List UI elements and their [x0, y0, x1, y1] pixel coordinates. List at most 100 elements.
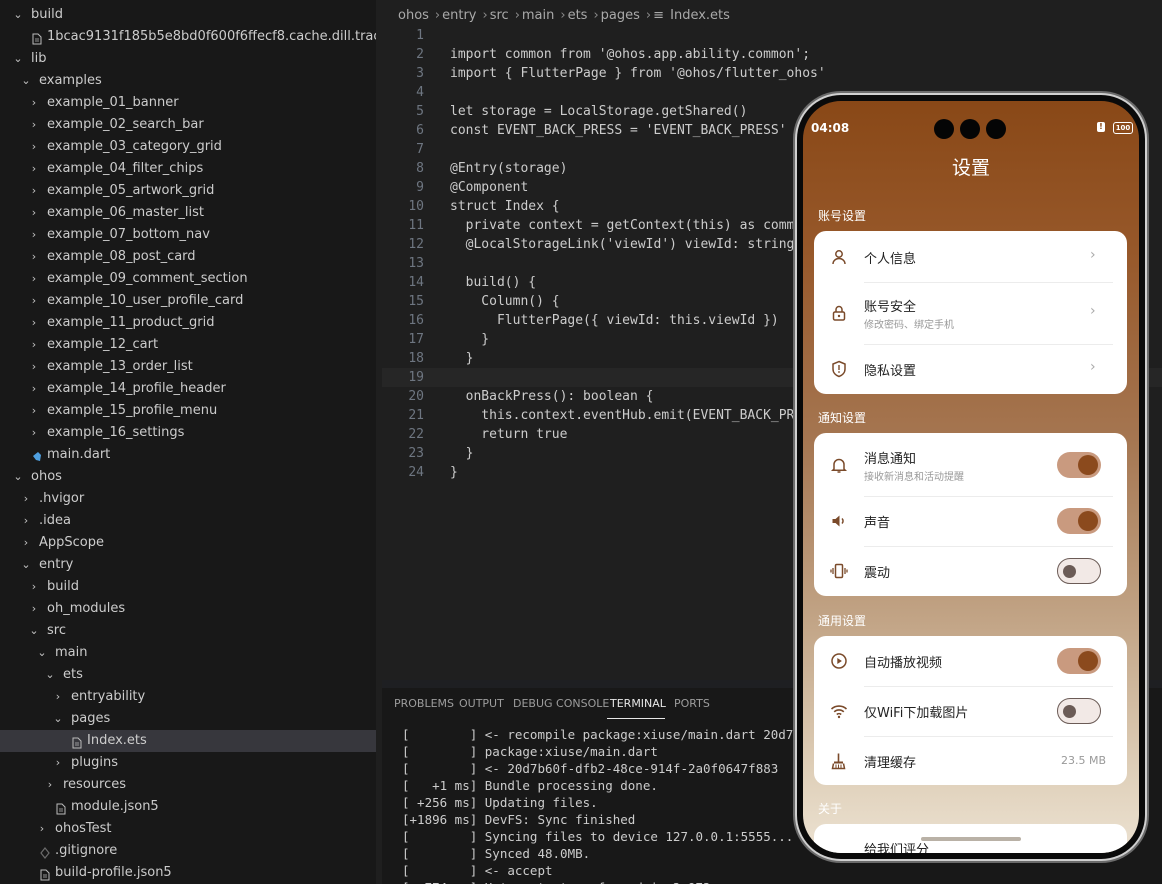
chevron-down-icon[interactable]: ⌄: [44, 664, 56, 686]
tab-debug-console[interactable]: DEBUG CONSOLE: [513, 697, 609, 711]
folder-item[interactable]: › plugins: [0, 752, 376, 774]
file-item[interactable]: 1bcac9131f185b5e8bd0f600f6ffecf8.cache.d…: [0, 26, 376, 48]
chevron-right-icon[interactable]: ›: [28, 356, 40, 378]
settings-row[interactable]: 个人信息 ›: [814, 231, 1127, 282]
file-item[interactable]: build-profile.json5: [0, 862, 376, 884]
chevron-right-icon[interactable]: ›: [28, 114, 40, 136]
toggle-switch[interactable]: [1057, 451, 1101, 478]
tab-problems[interactable]: PROBLEMS: [394, 697, 454, 711]
chevron-right-icon[interactable]: ›: [28, 224, 40, 246]
folder-item[interactable]: ⌄ build: [0, 4, 376, 26]
tab-terminal[interactable]: TERMINAL: [610, 697, 666, 711]
folder-item[interactable]: › example_01_banner: [0, 92, 376, 114]
chevron-right-icon[interactable]: ›: [52, 752, 64, 774]
folder-item[interactable]: › .idea: [0, 510, 376, 532]
folder-item[interactable]: ⌄ src: [0, 620, 376, 642]
folder-item[interactable]: › example_10_user_profile_card: [0, 290, 376, 312]
code-line[interactable]: 3 import { FlutterPage } from '@ohos/flut…: [382, 64, 1162, 83]
chevron-right-icon[interactable]: ›: [52, 686, 64, 708]
breadcrumb-item[interactable]: entry: [442, 8, 476, 23]
chevron-right-icon[interactable]: ›: [28, 158, 40, 180]
folder-item[interactable]: › example_07_bottom_nav: [0, 224, 376, 246]
breadcrumb-item[interactable]: Index.ets: [670, 8, 730, 23]
folder-item[interactable]: ⌄ lib: [0, 48, 376, 70]
chevron-right-icon[interactable]: ›: [28, 246, 40, 268]
folder-item[interactable]: › example_02_search_bar: [0, 114, 376, 136]
chevron-down-icon[interactable]: ⌄: [12, 4, 24, 26]
breadcrumb-item[interactable]: pages: [601, 8, 640, 23]
folder-item[interactable]: › resources: [0, 774, 376, 796]
folder-item[interactable]: › AppScope: [0, 532, 376, 554]
rate-us-label[interactable]: 给我们评分: [864, 839, 929, 853]
folder-item[interactable]: › example_04_filter_chips: [0, 158, 376, 180]
home-indicator[interactable]: [921, 837, 1021, 841]
file-item[interactable]: main.dart: [0, 444, 376, 466]
chevron-right-icon[interactable]: ›: [28, 422, 40, 444]
folder-item[interactable]: › example_14_profile_header: [0, 378, 376, 400]
chevron-right-icon[interactable]: ›: [36, 818, 48, 840]
chevron-right-icon[interactable]: ›: [28, 598, 40, 620]
folder-item[interactable]: › ohosTest: [0, 818, 376, 840]
folder-item[interactable]: ⌄ examples: [0, 70, 376, 92]
file-item[interactable]: .gitignore: [0, 840, 376, 862]
settings-row[interactable]: 消息通知 接收新消息和活动提醒: [814, 433, 1127, 496]
chevron-right-icon[interactable]: ›: [28, 136, 40, 158]
chevron-right-icon[interactable]: ›: [28, 92, 40, 114]
tab-ports[interactable]: PORTS: [674, 697, 710, 711]
folder-item[interactable]: ⌄ main: [0, 642, 376, 664]
settings-row[interactable]: 声音: [814, 496, 1127, 546]
folder-item[interactable]: › build: [0, 576, 376, 598]
chevron-down-icon[interactable]: ⌄: [36, 642, 48, 664]
chevron-down-icon[interactable]: ⌄: [20, 554, 32, 576]
settings-row[interactable]: 自动播放视频: [814, 636, 1127, 686]
chevron-right-icon[interactable]: ›: [20, 488, 32, 510]
folder-item[interactable]: › example_13_order_list: [0, 356, 376, 378]
settings-row[interactable]: 清理缓存 23.5 MB: [814, 736, 1127, 785]
settings-row[interactable]: 账号安全 修改密码、绑定手机 ›: [814, 282, 1127, 344]
chevron-down-icon[interactable]: ⌄: [12, 48, 24, 70]
chevron-right-icon[interactable]: ›: [20, 510, 32, 532]
folder-item[interactable]: › example_16_settings: [0, 422, 376, 444]
chevron-right-icon[interactable]: ›: [28, 576, 40, 598]
chevron-right-icon[interactable]: ›: [28, 312, 40, 334]
chevron-down-icon[interactable]: ⌄: [12, 466, 24, 488]
chevron-right-icon[interactable]: ›: [28, 268, 40, 290]
folder-item[interactable]: › example_05_artwork_grid: [0, 180, 376, 202]
folder-item[interactable]: › example_15_profile_menu: [0, 400, 376, 422]
folder-item[interactable]: › oh_modules: [0, 598, 376, 620]
toggle-switch[interactable]: [1057, 648, 1101, 674]
settings-row[interactable]: 隐私设置 ›: [814, 344, 1127, 394]
toggle-switch[interactable]: [1057, 508, 1101, 534]
folder-item[interactable]: ⌄ entry: [0, 554, 376, 576]
folder-item[interactable]: › example_08_post_card: [0, 246, 376, 268]
breadcrumb-item[interactable]: src: [490, 8, 509, 23]
chevron-down-icon[interactable]: ⌄: [20, 70, 32, 92]
chevron-right-icon[interactable]: ›: [28, 378, 40, 400]
toggle-switch[interactable]: [1057, 558, 1101, 584]
folder-item[interactable]: › .hvigor: [0, 488, 376, 510]
chevron-right-icon[interactable]: ›: [28, 400, 40, 422]
folder-item[interactable]: › example_06_master_list: [0, 202, 376, 224]
folder-item[interactable]: › entryability: [0, 686, 376, 708]
folder-item[interactable]: › example_03_category_grid: [0, 136, 376, 158]
chevron-down-icon[interactable]: ⌄: [52, 708, 64, 730]
breadcrumb-item[interactable]: main: [522, 8, 554, 23]
folder-item[interactable]: ⌄ ohos: [0, 466, 376, 488]
settings-row[interactable]: 震动: [814, 546, 1127, 596]
code-line[interactable]: 2 import common from '@ohos.app.ability.c…: [382, 45, 1162, 64]
tab-output[interactable]: OUTPUT: [459, 697, 504, 711]
settings-row[interactable]: 仅WiFi下加载图片: [814, 686, 1127, 736]
toggle-switch[interactable]: [1057, 698, 1101, 724]
chevron-right-icon[interactable]: ›: [28, 202, 40, 224]
folder-item[interactable]: › example_09_comment_section: [0, 268, 376, 290]
folder-item[interactable]: ⌄ ets: [0, 664, 376, 686]
chevron-right-icon[interactable]: ›: [28, 180, 40, 202]
code-line[interactable]: 1: [382, 26, 1162, 45]
chevron-right-icon[interactable]: ›: [28, 334, 40, 356]
file-item[interactable]: module.json5: [0, 796, 376, 818]
folder-item[interactable]: › example_11_product_grid: [0, 312, 376, 334]
breadcrumb-item[interactable]: ohos: [398, 8, 429, 23]
chevron-down-icon[interactable]: ⌄: [28, 620, 40, 642]
file-item[interactable]: Index.ets: [0, 730, 376, 752]
folder-item[interactable]: › example_12_cart: [0, 334, 376, 356]
